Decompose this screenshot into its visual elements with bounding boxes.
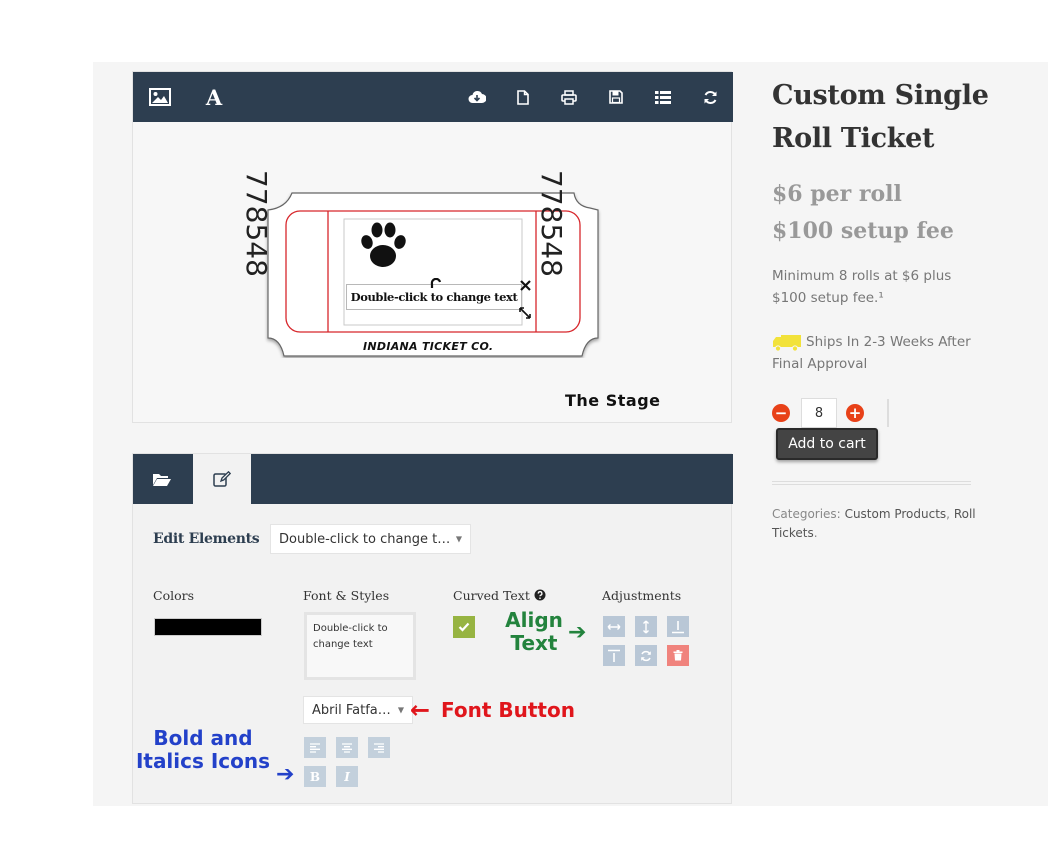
add-text-icon[interactable]: A [194, 72, 234, 122]
align-top-button[interactable] [603, 645, 625, 666]
save-icon[interactable] [596, 72, 636, 122]
text-align-right-button[interactable] [368, 737, 390, 758]
element-select-value: Double-click to change t… [279, 531, 451, 547]
cloud-download-icon[interactable] [457, 72, 497, 122]
quantity-input[interactable]: 8 [801, 398, 837, 428]
font-select-value: Abril Fatfa… [312, 702, 391, 718]
chevron-down-icon: ▼ [397, 705, 404, 715]
annotation-bold-italics: Bold and Italics Icons [129, 727, 277, 773]
annotation-align-text: Align Text [503, 609, 565, 655]
category-link-custom-products[interactable]: Custom Products [845, 507, 947, 521]
category-end: . [813, 526, 818, 540]
reset-button[interactable] [635, 645, 657, 666]
trash-icon [673, 650, 683, 661]
annotation-align-line2: Text [510, 631, 558, 655]
product-title: Custom Single Roll Ticket [772, 80, 989, 154]
annotation-bold-line2: Italics Icons [135, 749, 271, 773]
curved-text-checkbox[interactable] [453, 616, 475, 638]
designer-toolbar: A [133, 72, 733, 122]
product-setup-fee: $100 setup fee [772, 218, 954, 244]
refresh-icon [641, 650, 651, 661]
resize-handle-icon[interactable] [518, 306, 532, 320]
list-icon[interactable] [643, 72, 683, 122]
edit-elements-heading: Edit Elements [153, 531, 260, 547]
annotation-bold-line1: Bold and [153, 726, 253, 750]
product-minimum: Minimum 8 rolls at $6 plus $100 setup fe… [772, 268, 952, 306]
annotation-bold-arrow: ➔ [276, 762, 295, 787]
product-categories: Categories: Custom Products, Roll Ticket… [772, 505, 982, 543]
refresh-icon[interactable] [690, 72, 730, 122]
quantity-decrease-button[interactable]: − [772, 404, 790, 422]
annotation-align-line1: Align [505, 608, 563, 632]
colors-label: Colors [153, 588, 195, 603]
print-icon[interactable] [549, 72, 589, 122]
product-shipping: Ships In 2-3 Weeks After Final Approval [772, 334, 971, 372]
arrows-vertical-icon [643, 620, 649, 633]
align-left-icon [310, 742, 320, 753]
annotation-align-arrow: ➔ [568, 620, 587, 645]
chevron-down-icon: ▼ [455, 534, 462, 544]
delete-element-button[interactable] [667, 645, 689, 666]
text-content-field[interactable]: Double-click to change text [304, 612, 416, 680]
center-horizontal-button[interactable] [603, 616, 625, 637]
text-align-center-button[interactable] [336, 737, 358, 758]
curved-text-label-text: Curved Text [453, 588, 530, 603]
text-align-left-button[interactable] [304, 737, 326, 758]
ticket-number-left: 778548 [240, 170, 273, 277]
delete-handle-icon[interactable] [519, 279, 532, 292]
stage-label: The Stage [565, 391, 661, 410]
quantity-divider [887, 399, 889, 427]
align-bottom-button[interactable] [667, 616, 689, 637]
new-file-icon[interactable] [503, 72, 543, 122]
divider [772, 481, 971, 485]
align-center-icon [342, 742, 352, 753]
arrows-horizontal-icon [607, 623, 621, 630]
ticket-company-name: INDIANA TICKET CO. [363, 340, 494, 353]
help-icon[interactable] [534, 589, 546, 601]
tab-edit[interactable] [193, 454, 251, 504]
font-styles-label: Font & Styles [303, 588, 390, 603]
rotate-handle-icon[interactable] [430, 278, 442, 290]
bold-icon: B [309, 769, 321, 784]
annotation-font-button: Font Button [441, 698, 575, 722]
product-price: $6 per roll [772, 181, 902, 207]
center-vertical-button[interactable] [635, 616, 657, 637]
element-select[interactable]: Double-click to change t… ▼ [270, 524, 471, 554]
font-select[interactable]: Abril Fatfa… ▼ [303, 696, 413, 724]
align-top-icon [608, 649, 620, 662]
quantity-increase-button[interactable]: + [846, 404, 864, 422]
annotation-font-arrow: ← [410, 696, 431, 724]
bold-button[interactable]: B [304, 766, 326, 787]
categories-label: Categories: [772, 507, 841, 521]
add-to-cart-button[interactable]: Add to cart [776, 428, 878, 460]
italic-icon: I [344, 769, 350, 784]
align-bottom-icon [672, 620, 684, 633]
adjustments-label: Adjustments [602, 588, 682, 603]
editor-tabs [133, 454, 733, 504]
paw-print-icon[interactable] [359, 220, 407, 270]
italic-button[interactable]: I [336, 766, 358, 787]
ticket-number-right: 778548 [535, 170, 568, 277]
curved-text-label: Curved Text [453, 588, 546, 603]
check-icon [458, 622, 470, 632]
category-separator: , [946, 507, 950, 521]
folder-open-icon [153, 473, 171, 486]
edit-icon [213, 471, 231, 487]
tab-open[interactable] [133, 454, 191, 504]
image-icon[interactable] [140, 72, 180, 122]
color-swatch[interactable] [154, 618, 262, 636]
align-right-icon [374, 742, 384, 753]
